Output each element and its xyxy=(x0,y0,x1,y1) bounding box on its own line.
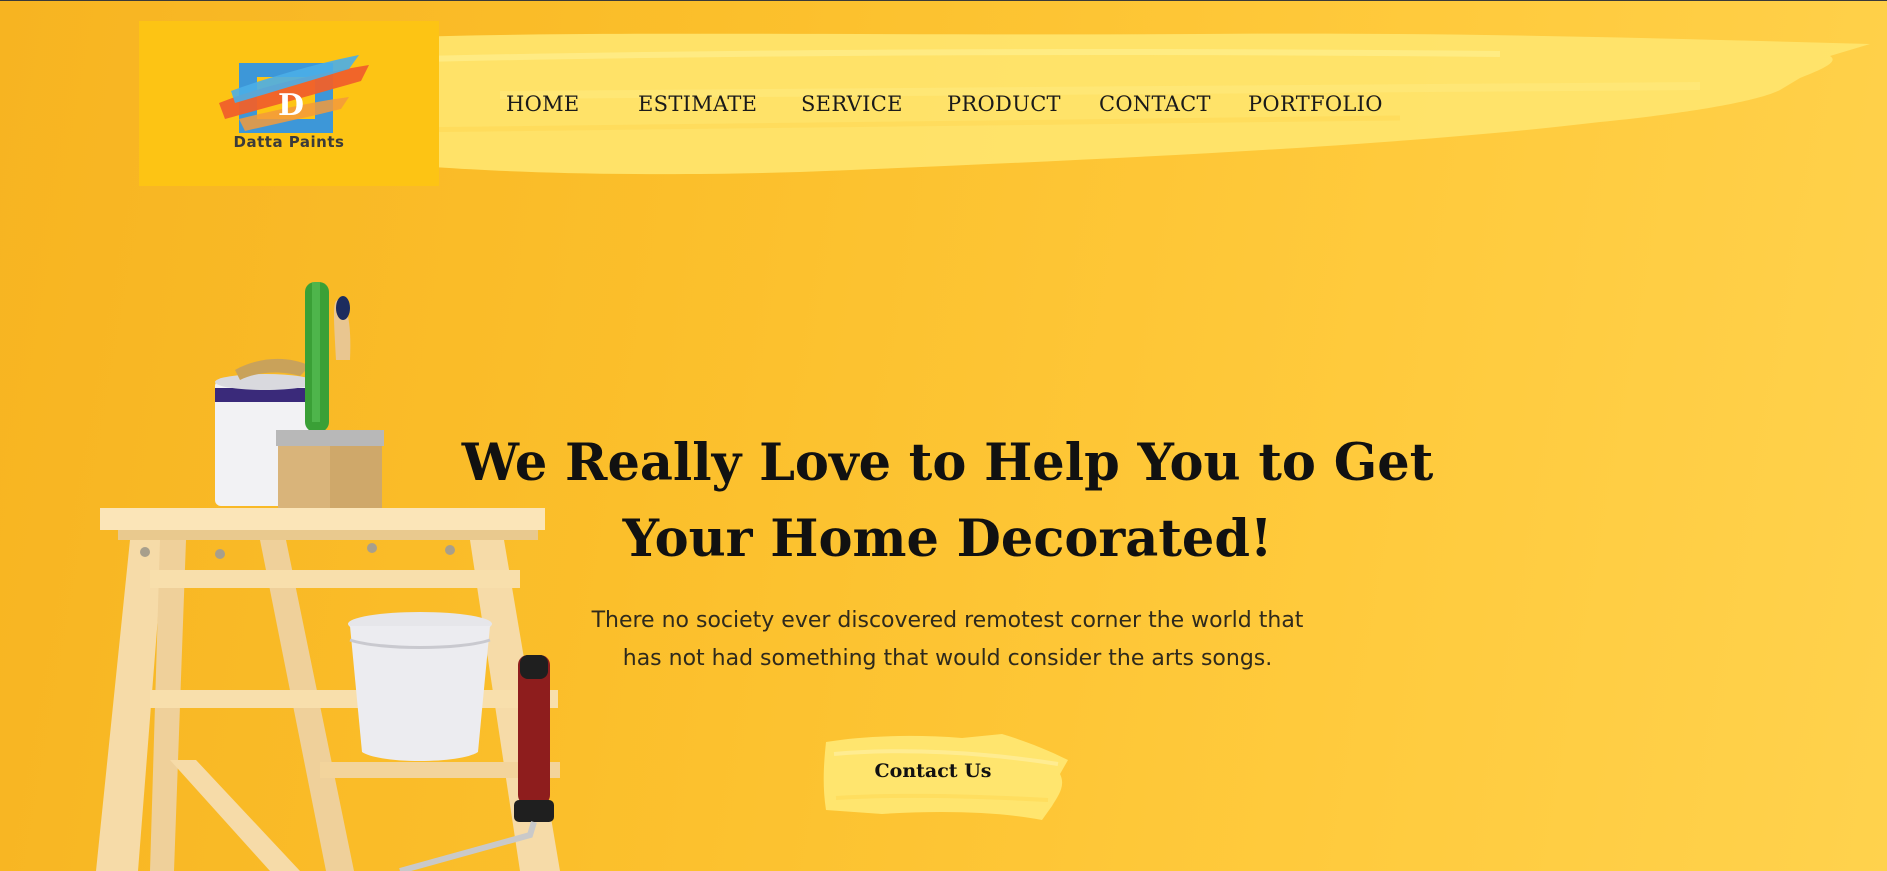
hero-subtitle-line-2: has not had something that would conside… xyxy=(622,646,1273,671)
nav-contact[interactable]: CONTACT xyxy=(1099,92,1211,116)
main-nav: HOME ESTIMATE SERVICE PRODUCT CONTACT PO… xyxy=(0,0,1887,200)
hero-title-line-1: We Really Love to Help You to Get xyxy=(461,433,1434,493)
hero-subtitle: There no society ever discovered remotes… xyxy=(560,602,1335,678)
nav-product[interactable]: PRODUCT xyxy=(947,92,1061,116)
nav-service[interactable]: SERVICE xyxy=(801,92,903,116)
nav-home[interactable]: HOME xyxy=(506,92,580,116)
nav-estimate[interactable]: ESTIMATE xyxy=(638,92,757,116)
hero-title: We Really Love to Help You to Get Your H… xyxy=(430,425,1465,577)
nav-portfolio[interactable]: PORTFOLIO xyxy=(1248,92,1383,116)
contact-us-button[interactable]: Contact Us xyxy=(822,734,1068,820)
hero-subtitle-line-1: There no society ever discovered remotes… xyxy=(591,608,1304,633)
hero-title-line-2: Your Home Decorated! xyxy=(622,509,1273,569)
bucket-icon xyxy=(348,612,492,761)
contact-us-label: Contact Us xyxy=(874,760,992,782)
